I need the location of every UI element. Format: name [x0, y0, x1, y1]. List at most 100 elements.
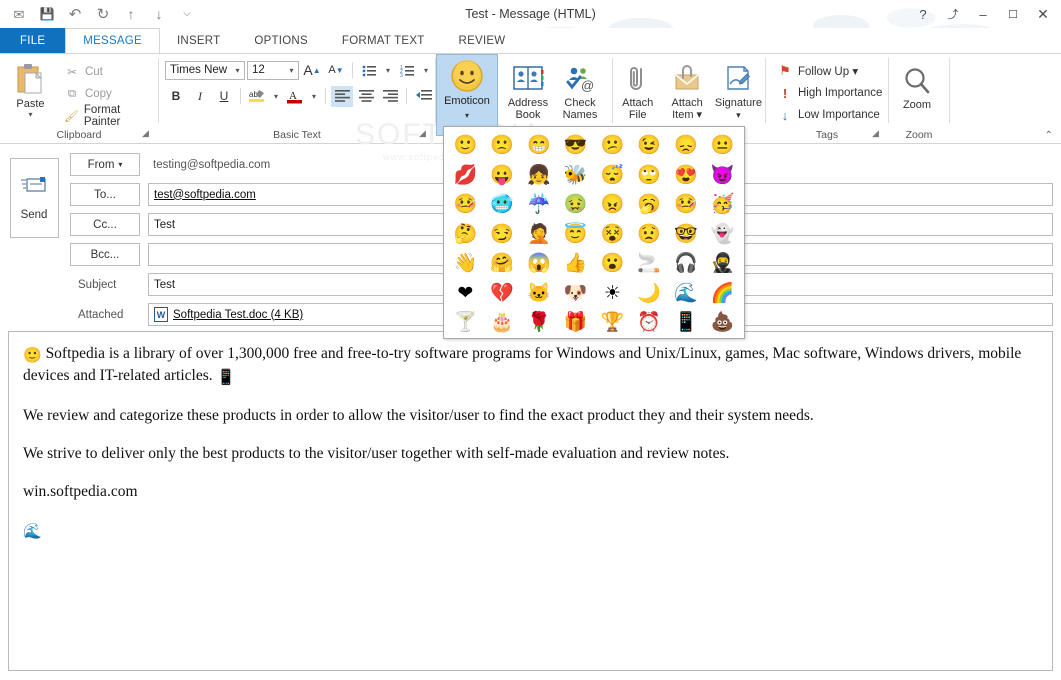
emoticon-cell[interactable]: 😐 — [704, 131, 741, 161]
copy-button[interactable]: ⧉ Copy — [61, 83, 158, 105]
emoticon-cell[interactable]: 👻 — [704, 220, 741, 250]
paste-button[interactable]: Paste ▾ — [6, 59, 55, 119]
tab-message[interactable]: MESSAGE — [65, 28, 160, 54]
emoticon-cell[interactable]: 🤦 — [521, 220, 558, 250]
bold-button[interactable]: B — [165, 86, 187, 107]
emoticon-cell[interactable]: 🥶 — [484, 190, 521, 220]
new-email-icon[interactable]: ✉ — [6, 2, 32, 26]
help-button[interactable]: ? — [909, 2, 937, 26]
emoticon-cell[interactable]: 😱 — [521, 249, 558, 279]
emoticon-cell[interactable]: 💩 — [704, 308, 741, 338]
emoticon-dropdown-panel[interactable]: 🙂 🙁 😁 😎 😕 😉 😞 😐 💋 😛 👧 🐝 😴 🙄 😍 😈 🤒 🥶 ☔ 🤢 … — [443, 126, 745, 339]
ribbon-tabs[interactable]: FILE MESSAGE INSERT OPTIONS FORMAT TEXT … — [0, 28, 1061, 54]
tags-dialog-launcher-icon[interactable]: ◢ — [872, 128, 882, 138]
tab-review[interactable]: REVIEW — [442, 28, 523, 54]
tab-insert[interactable]: INSERT — [160, 28, 237, 54]
font-name-combo[interactable]: Times New ▾ — [165, 60, 245, 80]
bullets-button[interactable] — [358, 60, 380, 81]
message-body[interactable]: 🙂 Softpedia is a library of over 1,300,0… — [8, 331, 1053, 671]
emoticon-cell[interactable]: 🎂 — [484, 308, 521, 338]
numbering-caret-icon[interactable]: ▾ — [420, 60, 432, 81]
emoticon-cell[interactable]: 😈 — [704, 161, 741, 191]
emoticon-cell[interactable]: 😟 — [631, 220, 668, 250]
low-importance-button[interactable]: ↓ Low Importance — [774, 104, 883, 126]
quick-access-toolbar[interactable]: ✉ 💾 ↶ ↻ ↑ ↓ ⌵ — [6, 0, 200, 28]
emoticon-cell[interactable]: 💋 — [447, 161, 484, 191]
emoticon-cell[interactable]: 🤒 — [447, 190, 484, 220]
emoticon-cell[interactable]: 👋 — [447, 249, 484, 279]
address-book-button[interactable]: Address Book — [502, 58, 554, 121]
undo-icon[interactable]: ↶ — [62, 2, 88, 26]
emoticon-cell[interactable]: 🤓 — [668, 220, 705, 250]
align-center-button[interactable] — [355, 86, 377, 107]
emoticon-cell[interactable]: 👍 — [557, 249, 594, 279]
align-right-button[interactable] — [379, 86, 401, 107]
text-highlight-button[interactable]: ab — [246, 86, 268, 107]
cc-button[interactable]: Cc... — [70, 213, 140, 236]
high-importance-button[interactable]: ! High Importance — [774, 82, 885, 104]
emoticon-cell[interactable]: 🙁 — [484, 131, 521, 161]
emoticon-button[interactable]: Emoticon ▾ — [436, 54, 498, 136]
shrink-font-button[interactable]: A ▼ — [325, 60, 347, 81]
cut-button[interactable]: ✂ Cut — [61, 61, 158, 83]
emoticon-cell[interactable]: 😏 — [484, 220, 521, 250]
bcc-button[interactable]: Bcc... — [70, 243, 140, 266]
numbering-button[interactable]: 123 — [396, 60, 418, 81]
close-button[interactable]: ✕ — [1029, 2, 1057, 26]
emoticon-cell[interactable]: 🐶 — [557, 279, 594, 309]
send-button[interactable]: Send — [9, 158, 59, 238]
emoticon-cell[interactable]: 🥳 — [704, 190, 741, 220]
from-caret-icon[interactable]: ▾ — [118, 160, 122, 169]
emoticon-cell[interactable]: 📱 — [668, 308, 705, 338]
emoticon-cell[interactable]: ☔ — [521, 190, 558, 220]
check-names-button[interactable]: @ Check Names — [554, 58, 606, 121]
minimize-button[interactable]: – — [969, 2, 997, 26]
emoticon-cell[interactable]: 🍸 — [447, 308, 484, 338]
emoticon-cell[interactable]: 🌙 — [631, 279, 668, 309]
emoticon-cell[interactable]: 🐱 — [521, 279, 558, 309]
zoom-button[interactable]: Zoom — [889, 60, 945, 111]
emoticon-cell[interactable]: 🏆 — [594, 308, 631, 338]
format-painter-button[interactable]: 🖌 Format Painter — [61, 104, 158, 128]
emoticon-cell[interactable]: 😁 — [521, 131, 558, 161]
basic-text-dialog-launcher-icon[interactable]: ◢ — [419, 128, 429, 138]
emoticon-cell[interactable]: 🎁 — [557, 308, 594, 338]
emoticon-cell[interactable]: 🙂 — [447, 131, 484, 161]
chevron-down-icon[interactable]: ▾ — [231, 66, 244, 75]
emoticon-cell[interactable]: 😕 — [594, 131, 631, 161]
from-button[interactable]: From ▾ — [70, 153, 140, 176]
emoticon-cell[interactable]: 🚬 — [631, 249, 668, 279]
italic-button[interactable]: I — [189, 86, 211, 107]
emoticon-cell[interactable]: 😉 — [631, 131, 668, 161]
clipboard-dialog-launcher-icon[interactable]: ◢ — [142, 128, 152, 138]
emoticon-cell[interactable]: 🙄 — [631, 161, 668, 191]
emoticon-caret-icon[interactable]: ▾ — [465, 111, 469, 120]
emoticon-cell[interactable]: 😎 — [557, 131, 594, 161]
emoticon-cell[interactable]: 😇 — [557, 220, 594, 250]
save-icon[interactable]: 💾 — [34, 2, 60, 26]
window-controls[interactable]: ? ⤴ – ☐ ✕ — [909, 0, 1057, 28]
attachment-chip[interactable]: W Softpedia Test.doc (4 KB) — [154, 307, 303, 322]
underline-button[interactable]: U — [213, 86, 235, 107]
to-button[interactable]: To... — [70, 183, 140, 206]
emoticon-cell[interactable]: 🐝 — [557, 161, 594, 191]
move-up-icon[interactable]: ↑ — [118, 2, 144, 26]
emoticon-cell[interactable]: 😠 — [594, 190, 631, 220]
maximize-button[interactable]: ☐ — [999, 2, 1027, 26]
emoticon-cell[interactable]: 🤗 — [484, 249, 521, 279]
emoticon-cell[interactable]: 🤔 — [447, 220, 484, 250]
tab-options[interactable]: OPTIONS — [237, 28, 325, 54]
emoticon-cell[interactable]: 😮 — [594, 249, 631, 279]
emoticon-cell[interactable]: 💔 — [484, 279, 521, 309]
tab-file[interactable]: FILE — [0, 28, 66, 54]
emoticon-cell[interactable]: 🤒 — [668, 190, 705, 220]
customize-qat-icon[interactable]: ⌵ — [174, 2, 200, 26]
collapse-ribbon-button[interactable]: ⌃ — [1045, 130, 1053, 141]
attach-item-button[interactable]: Attach Item ▾ — [662, 58, 711, 121]
emoticon-cell[interactable]: ❤ — [447, 279, 484, 309]
tab-format-text[interactable]: FORMAT TEXT — [325, 28, 442, 54]
chevron-down-icon[interactable]: ▾ — [285, 66, 298, 75]
emoticon-cell[interactable]: 😛 — [484, 161, 521, 191]
emoticon-cell[interactable]: ☀ — [594, 279, 631, 309]
signature-button[interactable]: Signature ▾ — [712, 58, 765, 121]
